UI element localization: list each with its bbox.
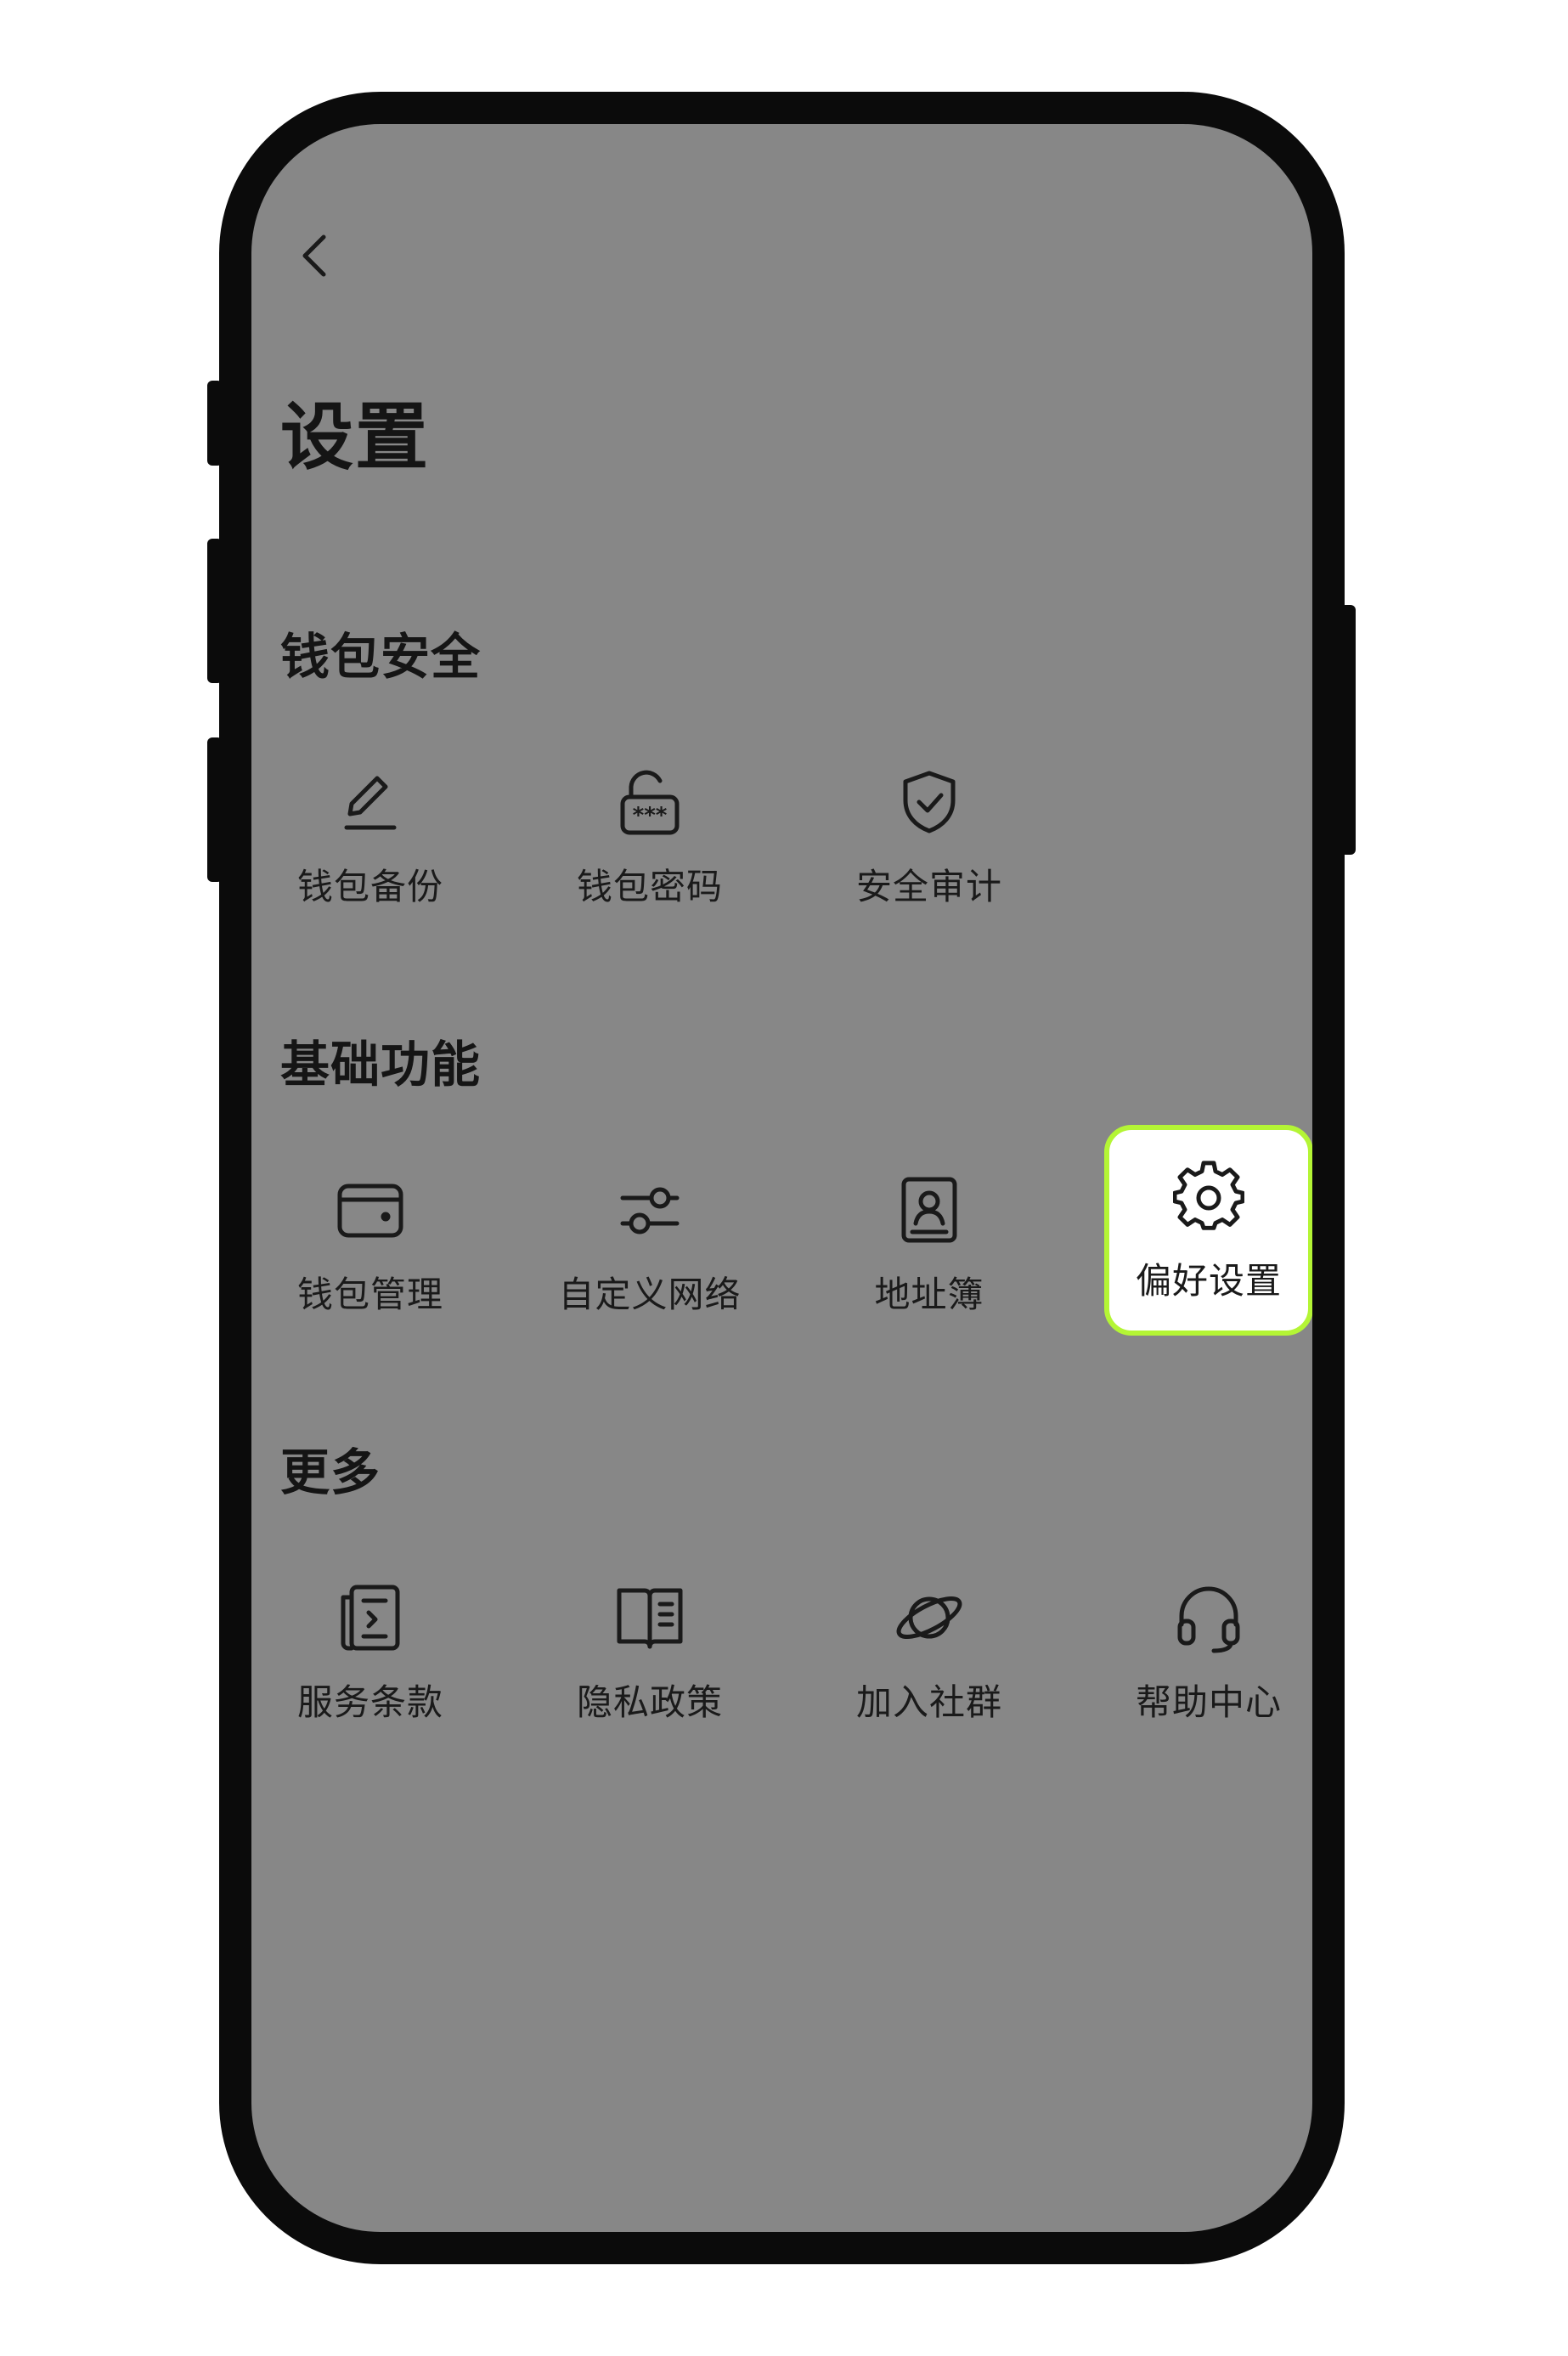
settings-screen: 设置 钱包安全 钱包备份 *** 钱包密码 安全审计 基础功能 钱包管理 自定义…: [251, 124, 1312, 2232]
address-book-item[interactable]: 地址簿: [829, 1138, 1029, 1339]
contact-book-icon: [894, 1174, 965, 1246]
join-community-item[interactable]: 加入社群: [829, 1546, 1029, 1747]
chevron-left-icon: [302, 234, 326, 277]
wallet-management-item[interactable]: 钱包管理: [270, 1138, 471, 1339]
address-book-label: 地址簿: [874, 1274, 984, 1315]
security-audit-item[interactable]: 安全审计: [829, 731, 1029, 931]
preferences-label: 偏好设置: [1135, 1260, 1282, 1302]
help-center-item[interactable]: 帮助中心: [1108, 1546, 1309, 1747]
svg-text:***: ***: [633, 803, 668, 828]
terms-of-service-label: 服务条款: [296, 1681, 443, 1723]
custom-network-item[interactable]: 自定义网络: [550, 1138, 750, 1339]
sliders-icon: [614, 1174, 685, 1246]
privacy-policy-label: 隐私政策: [576, 1681, 723, 1723]
help-center-label: 帮助中心: [1135, 1681, 1282, 1723]
wallet-backup-item[interactable]: 钱包备份: [270, 731, 471, 931]
join-community-label: 加入社群: [855, 1681, 1002, 1723]
wallet-backup-label: 钱包备份: [296, 866, 443, 907]
security-audit-label: 安全审计: [855, 866, 1002, 907]
back-button[interactable]: [285, 226, 345, 285]
wallet-password-label: 钱包密码: [576, 866, 723, 907]
headset-icon: [1173, 1582, 1244, 1653]
wallet-management-label: 钱包管理: [296, 1274, 443, 1315]
preferences-item[interactable]: 偏好设置: [1104, 1125, 1312, 1336]
unlocked-padlock-icon: ***: [614, 766, 685, 838]
section-title-wallet-security: 钱包安全: [280, 628, 482, 686]
custom-network-label: 自定义网络: [558, 1274, 742, 1315]
terms-of-service-item[interactable]: 服务条款: [270, 1546, 471, 1747]
pencil-icon: [335, 766, 406, 838]
shield-check-icon: [894, 766, 965, 838]
wallet-icon: [335, 1174, 406, 1246]
wallet-password-item[interactable]: *** 钱包密码: [550, 731, 750, 931]
open-book-icon: [614, 1582, 685, 1653]
document-icon: [335, 1582, 406, 1653]
gear-icon: [1173, 1161, 1244, 1232]
privacy-policy-item[interactable]: 隐私政策: [550, 1546, 750, 1747]
section-title-basic-features: 基础功能: [280, 1036, 482, 1093]
section-title-more: 更多: [280, 1444, 381, 1501]
page-title: 设置: [280, 395, 430, 480]
planet-icon: [894, 1582, 965, 1653]
